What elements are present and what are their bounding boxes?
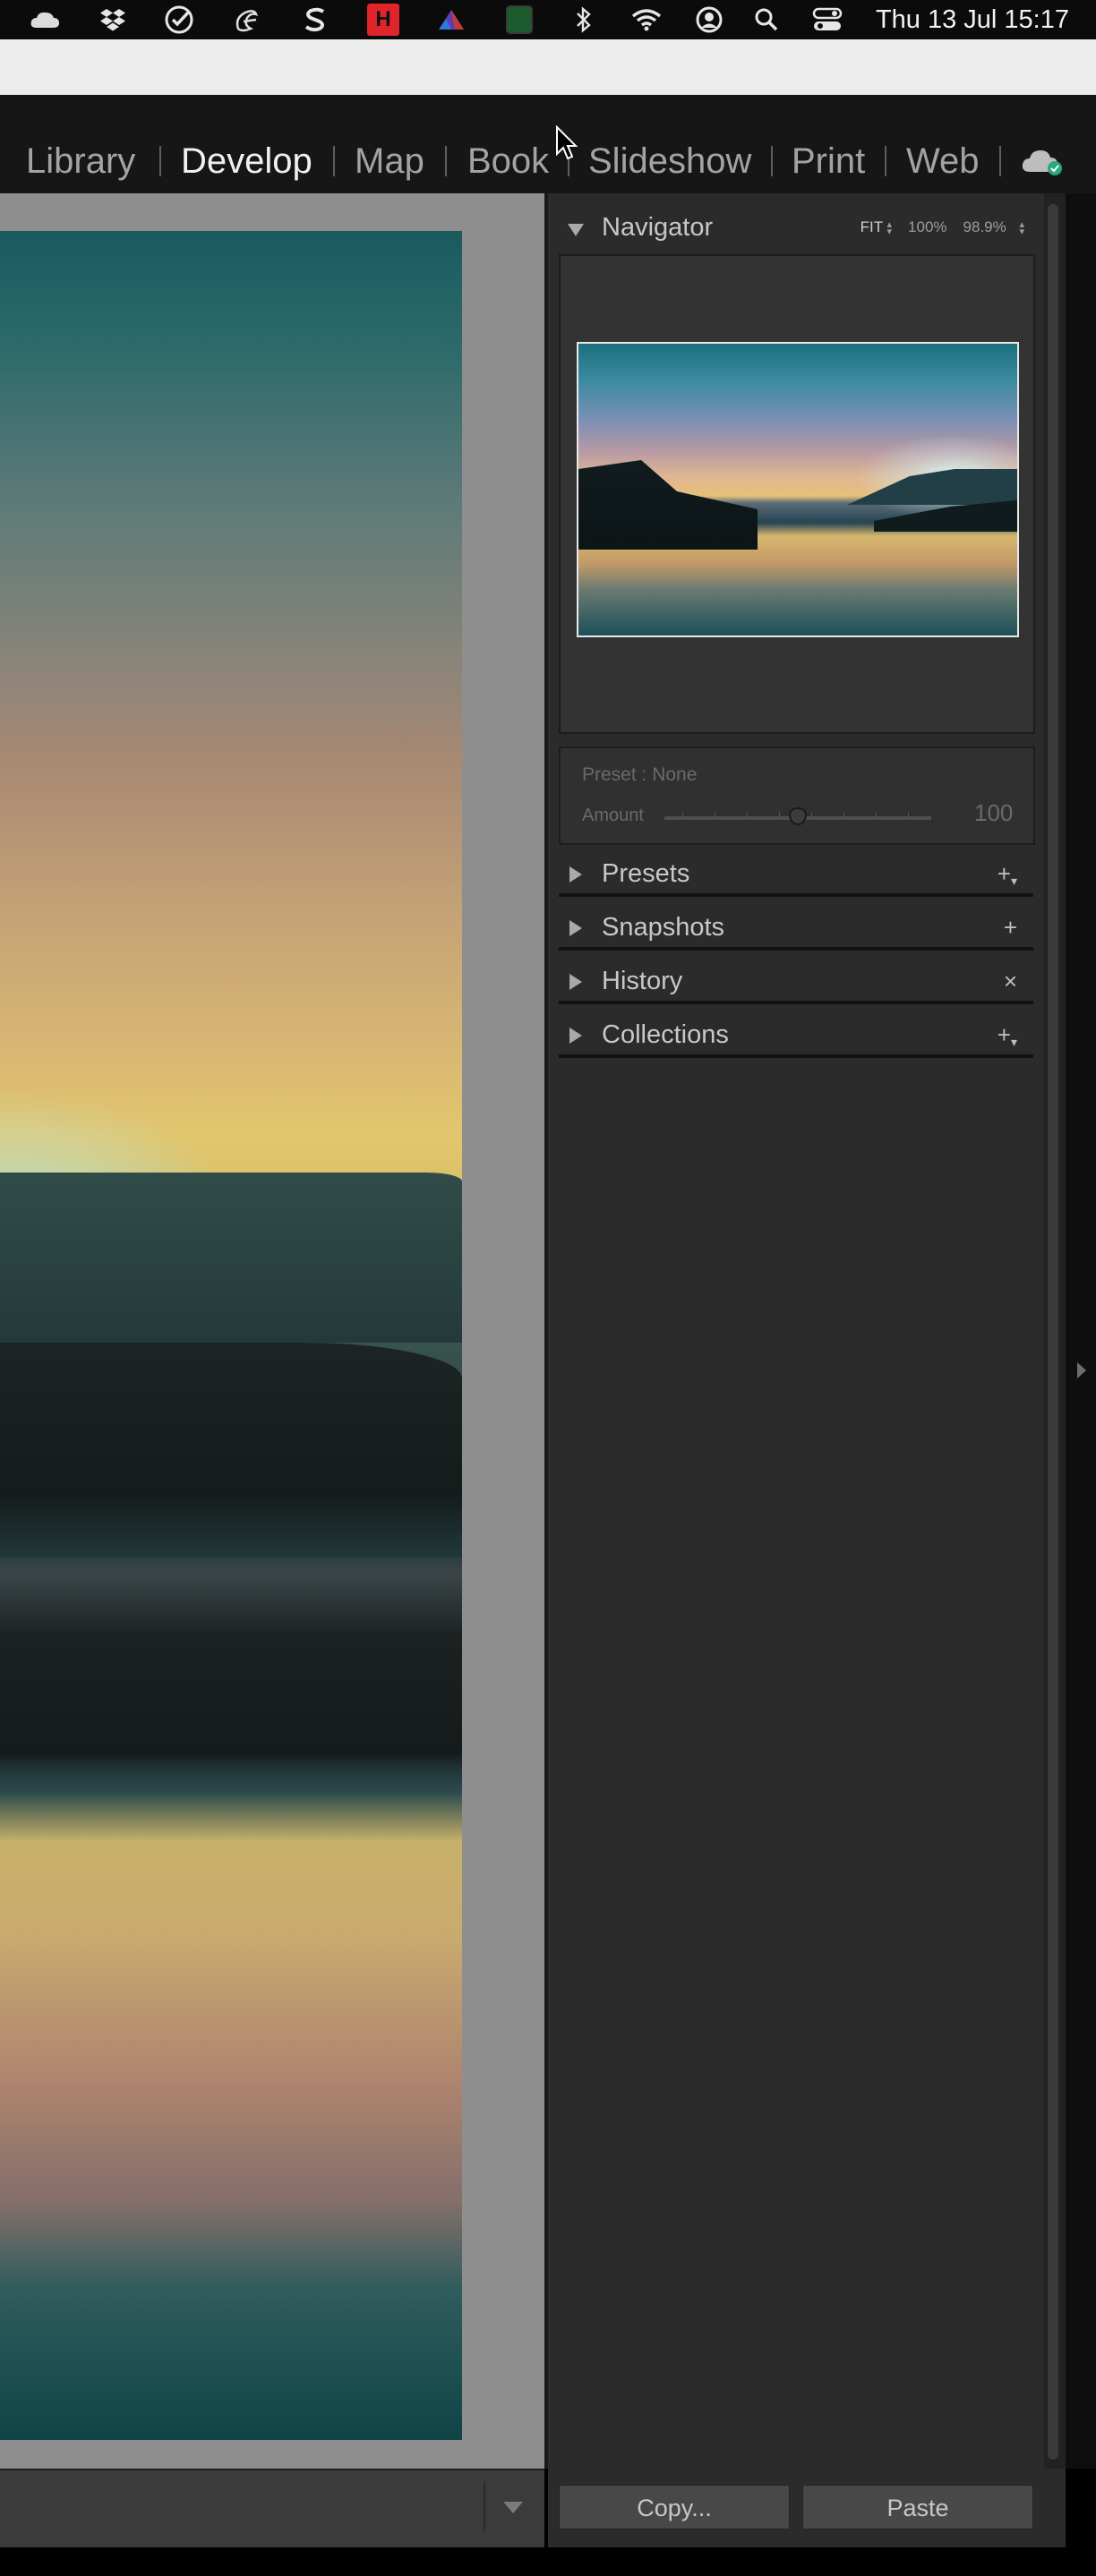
triangle-down-icon[interactable]: [568, 224, 584, 236]
macos-menu-bar: H Thu 13 Jul 15:17: [0, 0, 1096, 39]
bluetooth-icon[interactable]: [568, 4, 600, 36]
module-separator: [159, 146, 161, 176]
control-center-icon[interactable]: [811, 4, 843, 36]
thumbnail-foreground: [578, 460, 758, 550]
module-separator: [333, 146, 335, 176]
paste-button[interactable]: Paste: [802, 2485, 1033, 2529]
navigator-title: Navigator: [602, 213, 714, 242]
color-app-icon[interactable]: [435, 4, 467, 36]
stepper-icon: ▴ ▾: [1019, 218, 1024, 237]
right-panel-collapse-strip[interactable]: [1066, 193, 1096, 2469]
script-icon[interactable]: [231, 4, 263, 36]
module-develop[interactable]: Develop: [181, 129, 313, 193]
slider-tick: [876, 812, 877, 817]
slider-tick: [779, 812, 780, 817]
navigator-thumbnail[interactable]: [577, 342, 1019, 637]
preset-amount-box: [559, 746, 1035, 845]
triangle-right-icon[interactable]: [569, 866, 582, 883]
slider-tick: [682, 812, 683, 817]
slider-tick: [908, 812, 909, 817]
module-book[interactable]: Book: [467, 129, 549, 193]
panel-history[interactable]: History ×: [548, 956, 1044, 1006]
module-separator: [885, 146, 886, 176]
navigator-zoom-options: FIT ▴ ▾ 100% 98.9% ▴ ▾: [861, 202, 1024, 252]
module-separator: [771, 146, 773, 176]
module-map[interactable]: Map: [355, 129, 424, 193]
terminal-app-icon[interactable]: [503, 4, 535, 36]
collapse-arrow-icon[interactable]: [1077, 1362, 1086, 1378]
panel-collections[interactable]: Collections +▾: [548, 1010, 1044, 1060]
module-picker: Library Develop Map Book Slideshow Print…: [0, 129, 1096, 193]
copy-button[interactable]: Copy...: [559, 2485, 790, 2529]
panel-label: Presets: [602, 859, 690, 888]
panel-divider-line: [559, 947, 1033, 951]
toolbar-menu-chevron-icon[interactable]: [503, 2502, 523, 2513]
amount-value[interactable]: 100: [974, 799, 1013, 827]
mouse-cursor-icon: [555, 124, 578, 166]
panel-label: Collections: [602, 1020, 729, 1049]
slider-tick: [843, 812, 844, 817]
user-icon[interactable]: [693, 4, 725, 36]
panel-divider-line: [559, 1054, 1033, 1058]
module-print[interactable]: Print: [792, 129, 865, 193]
check-badge-icon[interactable]: [163, 4, 195, 36]
module-library[interactable]: Library: [26, 129, 135, 193]
window-bottom-edge: [0, 2547, 1096, 2576]
red-app-icon[interactable]: H: [367, 4, 399, 36]
stepper-icon: ▴ ▾: [886, 218, 893, 237]
creative-cloud-icon[interactable]: [29, 4, 61, 36]
dropbox-icon[interactable]: [97, 4, 129, 36]
right-panel-scroll-thumb[interactable]: [1048, 204, 1058, 2460]
filmstrip-toolbar: [0, 2469, 544, 2547]
photo-hill-silhouette: [0, 1173, 462, 1343]
identity-plate-area: [0, 95, 1096, 129]
preset-label: Preset : None: [582, 764, 698, 785]
panel-label: History: [602, 967, 683, 995]
add-collection-icon[interactable]: +▾: [998, 1010, 1017, 1060]
panel-label: Snapshots: [602, 913, 725, 942]
zoom-100[interactable]: 100%: [908, 218, 946, 236]
add-preset-icon[interactable]: +▾: [998, 849, 1017, 899]
window-title-bar: [0, 39, 1096, 96]
slider-tick: [811, 812, 812, 817]
add-snapshot-icon[interactable]: +: [1004, 902, 1017, 952]
panel-presets[interactable]: Presets +▾: [548, 849, 1044, 899]
search-icon[interactable]: [750, 4, 783, 36]
menu-bar-clock[interactable]: Thu 13 Jul 15:17: [876, 0, 1069, 39]
slider-tick: [747, 812, 748, 817]
navigator-header[interactable]: Navigator FIT ▴ ▾ 100% 98.9% ▴ ▾: [548, 202, 1044, 252]
module-separator: [999, 146, 1001, 176]
triangle-right-icon[interactable]: [569, 920, 582, 936]
photo-shoreline-silhouette: [0, 1343, 462, 1557]
toolbar-separator: [484, 2481, 485, 2531]
panel-divider-line: [559, 1001, 1033, 1004]
module-web[interactable]: Web: [906, 129, 980, 193]
cloud-sync-icon[interactable]: [1021, 145, 1064, 182]
module-slideshow[interactable]: Slideshow: [588, 129, 751, 193]
triangle-right-icon[interactable]: [569, 1028, 582, 1044]
thumbnail-hill: [847, 469, 1017, 505]
s-app-icon[interactable]: [299, 4, 331, 36]
zoom-fit[interactable]: FIT ▴ ▾: [861, 218, 892, 236]
zoom-custom[interactable]: 98.9% ▴ ▾: [963, 218, 1024, 236]
panel-snapshots[interactable]: Snapshots +: [548, 902, 1044, 952]
clear-history-icon[interactable]: ×: [1004, 956, 1017, 1006]
module-separator: [445, 146, 447, 176]
wifi-icon[interactable]: [630, 4, 663, 36]
amount-label: Amount: [582, 806, 644, 825]
triangle-right-icon[interactable]: [569, 974, 582, 990]
panel-divider-line: [559, 893, 1033, 897]
